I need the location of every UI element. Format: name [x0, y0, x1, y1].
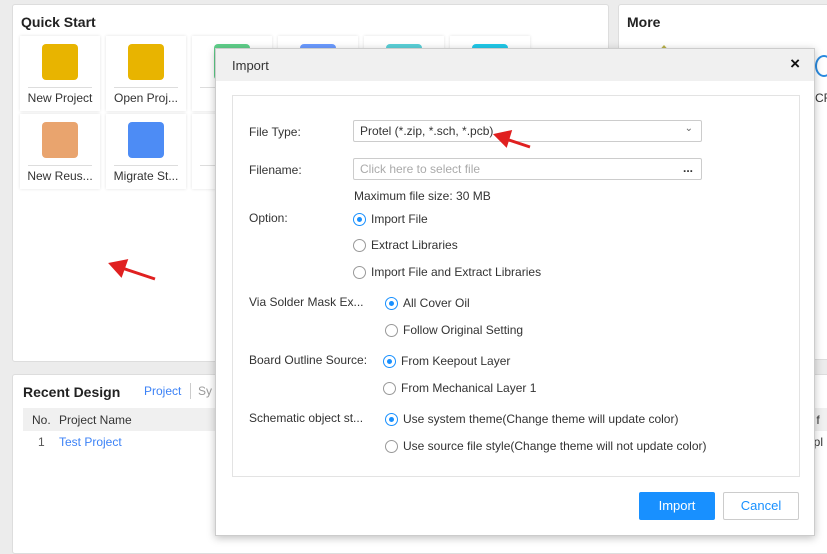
red-arrow-icon	[108, 259, 156, 281]
red-arrow-icon	[492, 129, 531, 149]
annotation-arrows	[108, 129, 531, 281]
